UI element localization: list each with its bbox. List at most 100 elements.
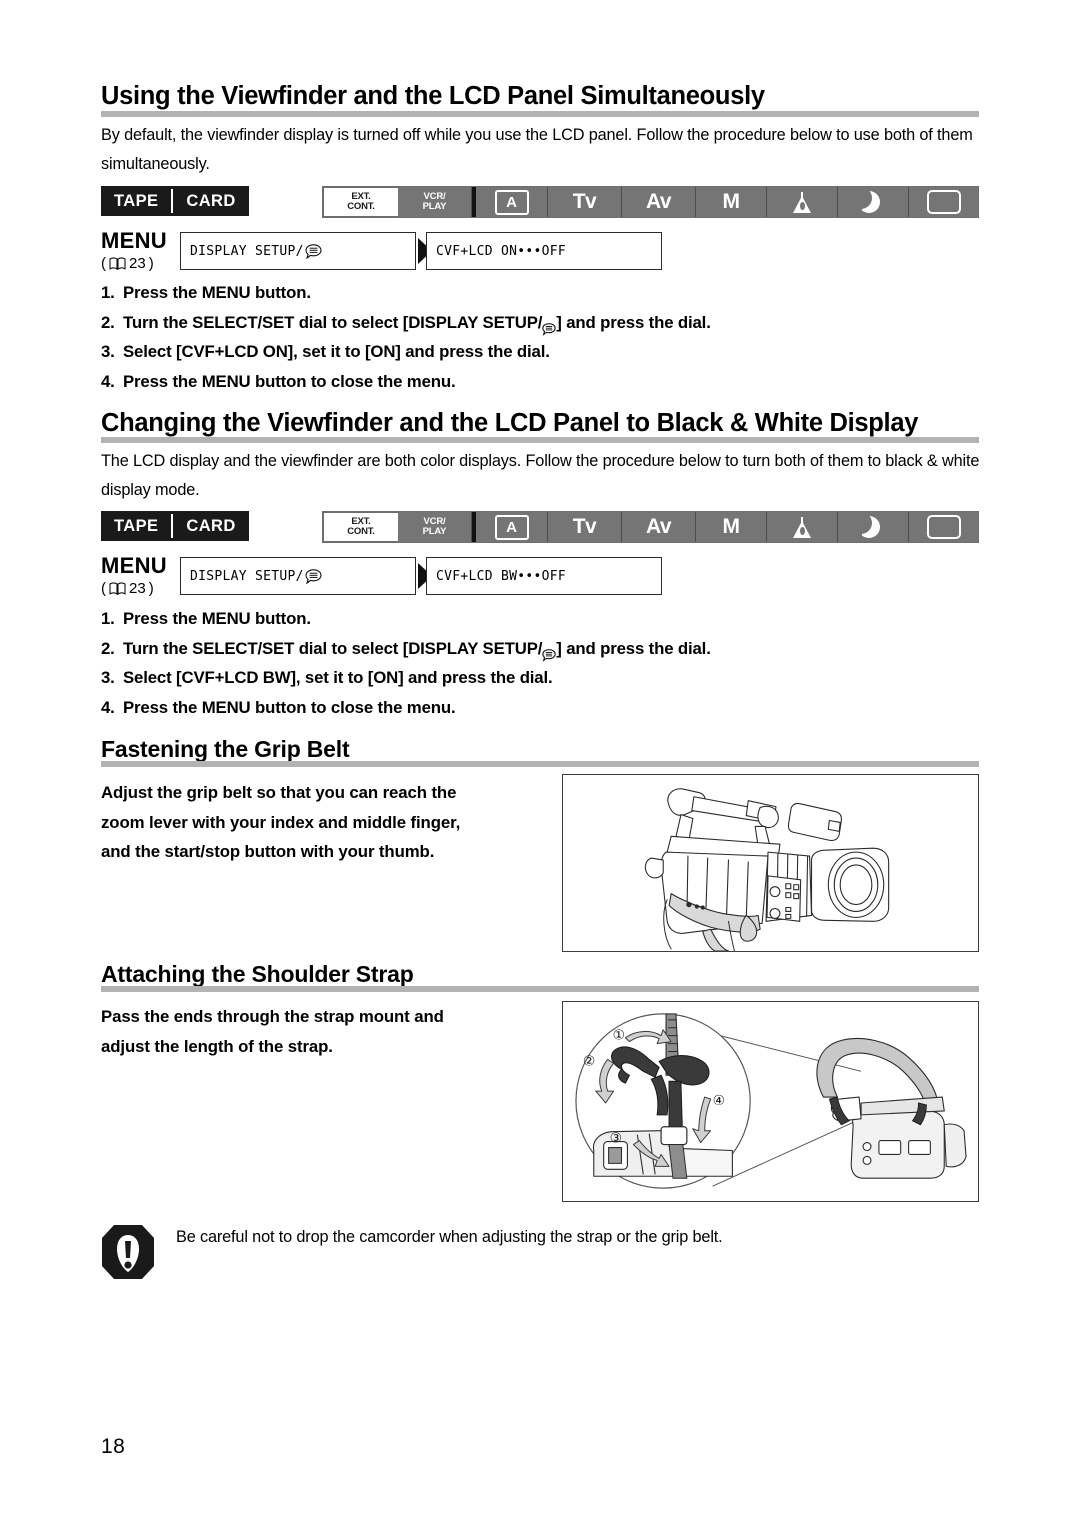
section1-steps: 1. Press the MENU button. 2. Turn the SE… — [101, 278, 711, 396]
menu-ref-page-1: 23 — [129, 255, 146, 272]
step-number: 2. — [101, 312, 115, 332]
step-text: Press the MENU button to close the menu. — [123, 371, 456, 391]
step-number: 1. — [101, 609, 115, 628]
mode-cell-manual-2: M — [696, 512, 767, 542]
section3-body-line3: and the start/stop button with your thum… — [101, 842, 435, 861]
menu-box-text-4: CVF+LCD BW•••OFF — [436, 568, 567, 584]
section2-steps: 1. Press the MENU button. 2. Turn the SE… — [101, 604, 711, 722]
menu-label-1: MENU — [101, 228, 167, 253]
mode-av-label-2: Av — [645, 515, 672, 538]
section3-heading-rule — [101, 761, 979, 767]
mode-m-label-1: M — [722, 190, 741, 213]
mode-ext-cont-line2-2: CONT. — [347, 526, 375, 537]
camcorder-grip-belt-figure — [562, 774, 979, 952]
media-chip-tape-1: TAPE — [114, 191, 159, 210]
mode-cell-spotlight-1 — [767, 187, 838, 217]
section3-body-line2: zoom lever with your index and middle fi… — [101, 812, 461, 832]
mode-av-label-1: Av — [645, 190, 672, 213]
book-icon — [109, 257, 126, 271]
paren-close-1: ) — [148, 255, 154, 272]
step-number: 1. — [101, 283, 115, 302]
section1-heading-rule — [101, 111, 979, 117]
step-number: 3. — [101, 668, 115, 687]
step-text-after: ] and press the dial. — [556, 638, 711, 658]
media-chip-card-1: CARD — [186, 191, 236, 210]
step-item: 1. Press the MENU button. — [101, 278, 711, 308]
section4-body: Pass the ends through the strap mount an… — [101, 1002, 571, 1061]
moon-icon — [862, 516, 884, 538]
step-item: 3. Select [CVF+LCD BW], set it to [ON] a… — [101, 663, 711, 693]
caution-text: Be careful not to drop the camcorder whe… — [176, 1228, 723, 1246]
step-text: Select [CVF+LCD ON], set it to [ON] and … — [123, 342, 550, 361]
mode-cell-vcr-play-2: VCR/ PLAY — [398, 512, 472, 542]
step-item: 4. Press the MENU button to close the me… — [101, 693, 711, 723]
spotlight-icon — [792, 191, 812, 213]
menu-box-text-3: DISPLAY SETUP/ — [190, 568, 304, 584]
section2-heading: Changing the Viewfinder and the LCD Pane… — [101, 409, 919, 437]
boxed-a-label-1: A — [506, 193, 517, 211]
menu-box-display-setup-1: DISPLAY SETUP/ — [180, 232, 416, 270]
menu-box-cvf-lcd-2: CVF+LCD BW•••OFF — [426, 557, 662, 595]
menu-bubble-icon — [305, 243, 322, 259]
mode-cell-av-2: Av — [622, 512, 696, 542]
mode-cell-tv-2: Tv — [548, 512, 622, 542]
boxed-a-icon: A — [494, 189, 529, 215]
caution-icon — [101, 1224, 155, 1280]
page-number: 18 — [101, 1435, 126, 1458]
mode-cell-night-2 — [838, 512, 909, 542]
step-text: Turn the SELECT/SET dial to select [DISP… — [123, 308, 711, 338]
mode-cell-tv-1: Tv — [548, 187, 622, 217]
section3-body-line1: Adjust the grip belt so that you can rea… — [101, 783, 457, 802]
shoulder-strap-figure: ① ② ③ ④ — [562, 1001, 979, 1202]
mode-ext-cont-line2-1: CONT. — [347, 201, 375, 212]
step-item: 3. Select [CVF+LCD ON], set it to [ON] a… — [101, 337, 711, 367]
step-item: 1. Press the MENU button. — [101, 604, 711, 634]
mode-tv-label-1: Tv — [572, 190, 597, 213]
mode-cell-av-1: Av — [622, 187, 696, 217]
section2-heading-rule — [101, 437, 979, 443]
menu-bubble-icon — [542, 642, 556, 663]
menu-bubble-icon — [542, 316, 556, 337]
step-number: 3. — [101, 342, 115, 361]
media-chip-2: TAPE CARD — [101, 511, 249, 541]
menu-box-text-2: CVF+LCD ON•••OFF — [436, 243, 567, 259]
section1-heading: Using the Viewfinder and the LCD Panel S… — [101, 82, 765, 110]
media-chip-card-2: CARD — [186, 516, 236, 535]
section3-body: Adjust the grip belt so that you can rea… — [101, 778, 571, 867]
section4-body-line1: Pass the ends through the strap mount an… — [101, 1007, 444, 1026]
step-text-before: Turn the SELECT/SET dial to select [DISP… — [123, 312, 543, 332]
step-number: 2. — [101, 638, 115, 658]
paren-open-2: ( — [101, 580, 106, 597]
strap-callout-1: ① — [613, 1028, 625, 1044]
mode-cell-screen-1 — [909, 187, 978, 217]
moon-icon — [862, 191, 884, 213]
step-number: 4. — [101, 371, 115, 391]
step-text: Press the MENU button. — [123, 283, 311, 302]
mode-cell-vcr-play-1: VCR/ PLAY — [398, 187, 472, 217]
step-item: 2. Turn the SELECT/SET dial to select [D… — [101, 308, 711, 338]
step-text: Press the MENU button. — [123, 609, 311, 628]
section4-body-line2: adjust the length of the strap. — [101, 1036, 333, 1056]
step-number: 4. — [101, 697, 115, 717]
step-item: 4. Press the MENU button to close the me… — [101, 367, 711, 397]
menu-bubble-icon — [305, 568, 322, 584]
step-text: Select [CVF+LCD BW], set it to [ON] and … — [123, 668, 553, 687]
section4-heading-rule — [101, 986, 979, 992]
media-chip-tape-2: TAPE — [114, 516, 159, 535]
section4-heading: Attaching the Shoulder Strap — [101, 961, 414, 987]
mode-cell-screen-2 — [909, 512, 978, 542]
mode-cell-auto-2: A — [472, 512, 548, 542]
spotlight-icon — [792, 516, 812, 538]
rounded-rect-icon — [926, 190, 961, 214]
mode-cell-auto-1: A — [472, 187, 548, 217]
mode-cell-manual-1: M — [696, 187, 767, 217]
paren-close-2: ) — [148, 580, 154, 597]
camcorder-grip-belt-illustration — [644, 788, 890, 951]
menu-label-2: MENU — [101, 553, 167, 578]
step-text: Press the MENU button to close the menu. — [123, 697, 456, 717]
step-text: Turn the SELECT/SET dial to select [DISP… — [123, 634, 711, 664]
book-icon — [109, 582, 126, 596]
menu-box-display-setup-2: DISPLAY SETUP/ — [180, 557, 416, 595]
strap-callout-4: ④ — [713, 1093, 725, 1109]
mode-bar-2: EXT. CONT. VCR/ PLAY A Tv Av M — [322, 511, 979, 543]
